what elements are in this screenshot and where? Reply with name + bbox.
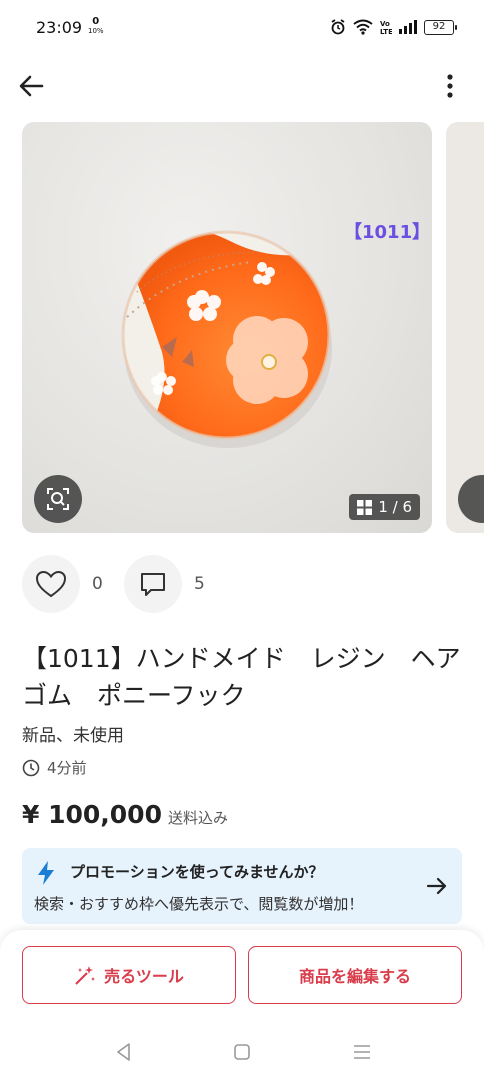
battery-indicator: 92 [424,19,457,35]
wifi-icon [353,19,373,35]
signal-icon [399,20,417,34]
status-time: 23:09 [36,18,83,37]
promotion-banner[interactable]: プロモーションを使ってみませんか？ 検索・おすすめ枠へ優先表示で、閲覧数が増加！ [22,848,462,924]
comment-icon [141,573,165,596]
sell-tools-button[interactable]: 売るツール [22,946,236,1004]
svg-text:Vo: Vo [380,20,390,28]
network-speed-value: 0 [92,16,100,27]
status-bar: 23:09 0 10% Vo LTE 92 [0,0,484,56]
network-speed-unit: 10% [88,27,104,35]
like-count: 0 [92,574,103,594]
sparkle-wand-icon [75,966,96,985]
shipping-info: 送料込み [167,809,228,827]
top-app-bar [0,62,484,110]
menu-lines-icon[interactable] [350,1040,374,1064]
volte-icon: Vo LTE [380,20,392,35]
image-search-button[interactable] [34,475,82,523]
photo-carousel[interactable]: 【1011】 1 / 6 [0,122,484,534]
photo-item-number: 【1011】 [344,222,431,243]
item-title: 【1011】ハンドメイド レジン ヘアゴム ポニーフック [22,644,461,710]
arrow-left-icon [19,75,44,97]
edit-item-button[interactable]: 商品を編集する [248,946,462,1004]
item-condition: 新品、未使用 [22,726,124,746]
system-nav-bar [0,1030,484,1080]
more-options-button[interactable] [434,70,466,102]
posted-time-row: 4分前 [22,757,87,778]
sell-tools-label: 売るツール [104,967,184,986]
more-vertical-icon [447,74,453,98]
comment-button[interactable] [124,555,182,613]
svg-text:LTE: LTE [380,28,392,35]
item-price: ¥ 100,000 [22,800,162,829]
grid-icon [357,499,373,515]
network-speed-indicator: 0 10% [88,16,104,36]
photo-counter-text: 1 / 6 [378,498,412,516]
status-icons: Vo LTE 92 [330,18,457,36]
promotion-title: プロモーションを使ってみませんか？ [70,863,324,881]
heart-icon [35,570,67,598]
posted-time: 4分前 [47,759,87,777]
resin-hair-tie-illustration [121,230,332,448]
triangle-back-icon[interactable] [112,1040,136,1064]
engagement-actions: 0 5 [22,554,226,614]
promotion-description: 検索・おすすめ枠へ優先表示で、閲覧数が増加！ [34,895,364,913]
edit-item-label: 商品を編集する [298,967,411,986]
next-product-photo[interactable] [446,122,484,533]
next-image-search-button[interactable] [458,475,484,523]
photo-counter: 1 / 6 [349,494,420,520]
clock-icon [22,759,40,776]
alarm-icon [331,19,345,35]
image-search-icon [47,488,69,510]
arrow-right-icon [426,877,447,895]
product-photo[interactable]: 【1011】 1 / 6 [22,122,432,533]
comment-count: 5 [194,574,205,594]
square-home-icon[interactable] [230,1040,254,1064]
price-row: ¥ 100,000 送料込み [22,800,228,829]
back-button[interactable] [16,70,48,102]
lightning-icon [38,861,54,885]
like-button[interactable] [22,555,80,613]
